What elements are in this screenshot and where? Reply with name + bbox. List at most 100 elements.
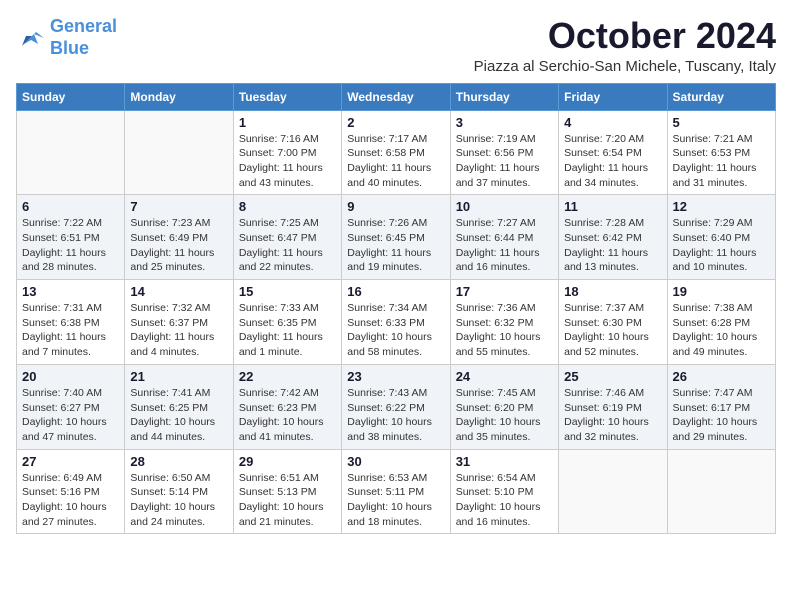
day-number: 12: [673, 199, 770, 214]
day-info: Sunrise: 7:22 AM Sunset: 6:51 PM Dayligh…: [22, 216, 119, 275]
table-row: 30 Sunrise: 6:53 AM Sunset: 5:11 PM Dayli…: [342, 449, 450, 534]
calendar-week-row: 1Sunrise: 7:16 AM Sunset: 7:00 PM Daylig…: [17, 110, 776, 195]
day-number: 7: [130, 199, 227, 214]
day-info: Sunrise: 7:16 AM Sunset: 7:00 PM Dayligh…: [239, 132, 336, 191]
day-info: Sunrise: 7:23 AM Sunset: 6:49 PM Dayligh…: [130, 216, 227, 275]
table-row: 1Sunrise: 7:16 AM Sunset: 7:00 PM Daylig…: [233, 110, 341, 195]
calendar-table: Sunday Monday Tuesday Wednesday Thursday…: [16, 83, 776, 535]
header-saturday: Saturday: [667, 83, 775, 110]
table-row: [125, 110, 233, 195]
table-row: 28 Sunrise: 6:50 AM Sunset: 5:14 PM Dayli…: [125, 449, 233, 534]
day-info: Sunrise: 7:32 AM Sunset: 6:37 PM Dayligh…: [130, 301, 227, 360]
day-info: Sunrise: 7:47 AM Sunset: 6:17 PM Dayligh…: [673, 386, 770, 445]
day-number: 23: [347, 369, 444, 384]
day-info: Sunrise: 7:26 AM Sunset: 6:45 PM Dayligh…: [347, 216, 444, 275]
calendar-week-row: 27 Sunrise: 6:49 AM Sunset: 5:16 PM Dayli…: [17, 449, 776, 534]
day-info: Sunrise: 7:46 AM Sunset: 6:19 PM Dayligh…: [564, 386, 661, 445]
logo-text: GeneralBlue: [50, 16, 117, 59]
month-title: October 2024: [474, 16, 776, 56]
location: Piazza al Serchio-San Michele, Tuscany, …: [474, 58, 776, 75]
table-row: 14 Sunrise: 7:32 AM Sunset: 6:37 PM Dayli…: [125, 280, 233, 365]
table-row: 18 Sunrise: 7:37 AM Sunset: 6:30 PM Dayli…: [559, 280, 667, 365]
table-row: 20Sunrise: 7:40 AM Sunset: 6:27 PM Dayli…: [17, 364, 125, 449]
day-info: Sunrise: 7:36 AM Sunset: 6:32 PM Dayligh…: [456, 301, 553, 360]
header-wednesday: Wednesday: [342, 83, 450, 110]
day-number: 15: [239, 284, 336, 299]
calendar-week-row: 20Sunrise: 7:40 AM Sunset: 6:27 PM Dayli…: [17, 364, 776, 449]
day-number: 20: [22, 369, 119, 384]
day-number: 28: [130, 454, 227, 469]
header-sunday: Sunday: [17, 83, 125, 110]
day-info: Sunrise: 6:49 AM Sunset: 5:16 PM Dayligh…: [22, 471, 119, 530]
table-row: 7 Sunrise: 7:23 AM Sunset: 6:49 PM Daylig…: [125, 195, 233, 280]
table-row: 11 Sunrise: 7:28 AM Sunset: 6:42 PM Dayli…: [559, 195, 667, 280]
calendar-week-row: 13Sunrise: 7:31 AM Sunset: 6:38 PM Dayli…: [17, 280, 776, 365]
day-number: 14: [130, 284, 227, 299]
logo: GeneralBlue: [16, 16, 117, 59]
table-row: [667, 449, 775, 534]
table-row: 2Sunrise: 7:17 AM Sunset: 6:58 PM Daylig…: [342, 110, 450, 195]
table-row: 8 Sunrise: 7:25 AM Sunset: 6:47 PM Daylig…: [233, 195, 341, 280]
day-info: Sunrise: 6:51 AM Sunset: 5:13 PM Dayligh…: [239, 471, 336, 530]
page-header: GeneralBlue October 2024 Piazza al Serch…: [16, 16, 776, 75]
title-block: October 2024 Piazza al Serchio-San Miche…: [474, 16, 776, 75]
header-tuesday: Tuesday: [233, 83, 341, 110]
day-info: Sunrise: 7:43 AM Sunset: 6:22 PM Dayligh…: [347, 386, 444, 445]
table-row: 31 Sunrise: 6:54 AM Sunset: 5:10 PM Dayli…: [450, 449, 558, 534]
table-row: 5 Sunrise: 7:21 AM Sunset: 6:53 PM Daylig…: [667, 110, 775, 195]
day-info: Sunrise: 6:53 AM Sunset: 5:11 PM Dayligh…: [347, 471, 444, 530]
day-number: 31: [456, 454, 553, 469]
day-number: 24: [456, 369, 553, 384]
table-row: 26 Sunrise: 7:47 AM Sunset: 6:17 PM Dayli…: [667, 364, 775, 449]
table-row: 6 Sunrise: 7:22 AM Sunset: 6:51 PM Daylig…: [17, 195, 125, 280]
day-info: Sunrise: 7:33 AM Sunset: 6:35 PM Dayligh…: [239, 301, 336, 360]
day-number: 17: [456, 284, 553, 299]
day-info: Sunrise: 7:28 AM Sunset: 6:42 PM Dayligh…: [564, 216, 661, 275]
day-info: Sunrise: 6:54 AM Sunset: 5:10 PM Dayligh…: [456, 471, 553, 530]
header-monday: Monday: [125, 83, 233, 110]
table-row: [17, 110, 125, 195]
day-number: 8: [239, 199, 336, 214]
table-row: 3Sunrise: 7:19 AM Sunset: 6:56 PM Daylig…: [450, 110, 558, 195]
table-row: 13Sunrise: 7:31 AM Sunset: 6:38 PM Dayli…: [17, 280, 125, 365]
table-row: 21 Sunrise: 7:41 AM Sunset: 6:25 PM Dayli…: [125, 364, 233, 449]
day-number: 4: [564, 115, 661, 130]
table-row: 10 Sunrise: 7:27 AM Sunset: 6:44 PM Dayli…: [450, 195, 558, 280]
day-number: 22: [239, 369, 336, 384]
table-row: 29Sunrise: 6:51 AM Sunset: 5:13 PM Dayli…: [233, 449, 341, 534]
day-number: 25: [564, 369, 661, 384]
day-number: 18: [564, 284, 661, 299]
day-number: 10: [456, 199, 553, 214]
day-number: 3: [456, 115, 553, 130]
table-row: 27 Sunrise: 6:49 AM Sunset: 5:16 PM Dayli…: [17, 449, 125, 534]
day-info: Sunrise: 7:27 AM Sunset: 6:44 PM Dayligh…: [456, 216, 553, 275]
day-info: Sunrise: 7:29 AM Sunset: 6:40 PM Dayligh…: [673, 216, 770, 275]
day-info: Sunrise: 7:41 AM Sunset: 6:25 PM Dayligh…: [130, 386, 227, 445]
day-number: 27: [22, 454, 119, 469]
table-row: 4Sunrise: 7:20 AM Sunset: 6:54 PM Daylig…: [559, 110, 667, 195]
table-row: 23 Sunrise: 7:43 AM Sunset: 6:22 PM Dayli…: [342, 364, 450, 449]
day-number: 19: [673, 284, 770, 299]
day-number: 21: [130, 369, 227, 384]
day-number: 13: [22, 284, 119, 299]
day-info: Sunrise: 7:21 AM Sunset: 6:53 PM Dayligh…: [673, 132, 770, 191]
day-info: Sunrise: 6:50 AM Sunset: 5:14 PM Dayligh…: [130, 471, 227, 530]
day-number: 26: [673, 369, 770, 384]
day-number: 6: [22, 199, 119, 214]
day-info: Sunrise: 7:38 AM Sunset: 6:28 PM Dayligh…: [673, 301, 770, 360]
day-info: Sunrise: 7:45 AM Sunset: 6:20 PM Dayligh…: [456, 386, 553, 445]
table-row: 19 Sunrise: 7:38 AM Sunset: 6:28 PM Dayli…: [667, 280, 775, 365]
day-info: Sunrise: 7:25 AM Sunset: 6:47 PM Dayligh…: [239, 216, 336, 275]
day-number: 9: [347, 199, 444, 214]
day-info: Sunrise: 7:17 AM Sunset: 6:58 PM Dayligh…: [347, 132, 444, 191]
day-info: Sunrise: 7:37 AM Sunset: 6:30 PM Dayligh…: [564, 301, 661, 360]
logo-icon: [16, 24, 46, 52]
table-row: 24 Sunrise: 7:45 AM Sunset: 6:20 PM Dayli…: [450, 364, 558, 449]
day-number: 30: [347, 454, 444, 469]
day-number: 11: [564, 199, 661, 214]
table-row: 16Sunrise: 7:34 AM Sunset: 6:33 PM Dayli…: [342, 280, 450, 365]
calendar-week-row: 6 Sunrise: 7:22 AM Sunset: 6:51 PM Daylig…: [17, 195, 776, 280]
header-friday: Friday: [559, 83, 667, 110]
day-number: 5: [673, 115, 770, 130]
table-row: 17 Sunrise: 7:36 AM Sunset: 6:32 PM Dayli…: [450, 280, 558, 365]
